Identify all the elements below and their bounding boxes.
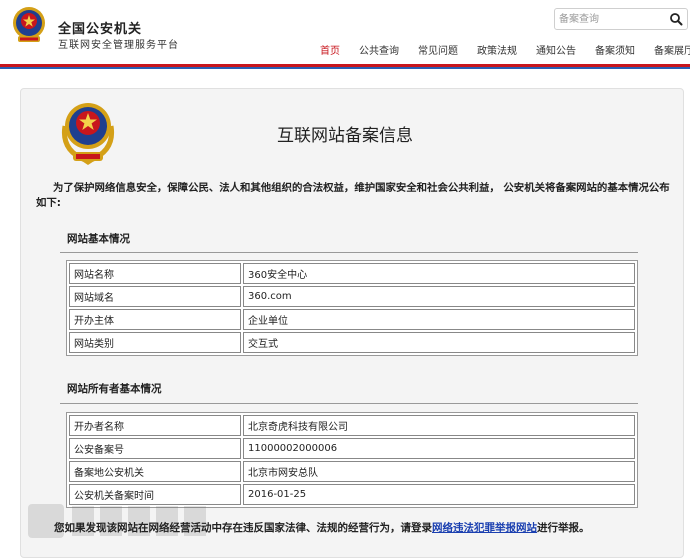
site-title: 全国公安机关 bbox=[58, 22, 143, 37]
nav-policy[interactable]: 政策法规 bbox=[477, 42, 517, 58]
field-value: 360.com bbox=[243, 286, 635, 307]
table-row: 开办主体 企业单位 bbox=[69, 309, 635, 330]
section-divider bbox=[60, 403, 638, 404]
nav-showcase[interactable]: 备案展厅 bbox=[654, 42, 690, 58]
site-header: 全国公安机关 互联网安全管理服务平台 首页 公共查询 常见问题 政策法规 通知公… bbox=[0, 0, 690, 69]
owner-info-table: 开办者名称 北京奇虎科技有限公司 公安备案号 11000002000006 备案… bbox=[66, 412, 638, 508]
table-row: 网站域名 360.com bbox=[69, 286, 635, 307]
section-divider bbox=[60, 252, 638, 253]
police-emblem-icon[interactable] bbox=[6, 2, 52, 48]
search-input[interactable] bbox=[559, 10, 659, 28]
field-label: 开办者名称 bbox=[69, 415, 241, 436]
report-link[interactable]: 网络违法犯罪举报网站 bbox=[432, 522, 537, 534]
report-note-suffix: 进行举报。 bbox=[537, 522, 590, 534]
field-label: 开办主体 bbox=[69, 309, 241, 330]
field-value: 企业单位 bbox=[243, 309, 635, 330]
field-label: 公安备案号 bbox=[69, 438, 241, 459]
search-icon[interactable] bbox=[669, 12, 683, 26]
nav-notices[interactable]: 通知公告 bbox=[536, 42, 576, 58]
field-value: 360安全中心 bbox=[243, 263, 635, 284]
table-row: 备案地公安机关 北京市网安总队 bbox=[69, 461, 635, 482]
nav-public-query[interactable]: 公共查询 bbox=[359, 42, 399, 58]
field-label: 网站名称 bbox=[69, 263, 241, 284]
page-title: 互联网站备案信息 bbox=[277, 126, 413, 146]
field-value: 北京市网安总队 bbox=[243, 461, 635, 482]
field-value: 11000002000006 bbox=[243, 438, 635, 459]
nav-filing-guide[interactable]: 备案须知 bbox=[595, 42, 635, 58]
table-row: 网站类别 交互式 bbox=[69, 332, 635, 353]
table-row: 开办者名称 北京奇虎科技有限公司 bbox=[69, 415, 635, 436]
field-label: 备案地公安机关 bbox=[69, 461, 241, 482]
field-value: 北京奇虎科技有限公司 bbox=[243, 415, 635, 436]
site-subtitle: 互联网安全管理服务平台 bbox=[58, 40, 179, 51]
intro-text: 为了保护网络信息安全，保障公民、法人和其他组织的合法权益，维护国家安全和社会公共… bbox=[36, 182, 670, 209]
site-info-table: 网站名称 360安全中心 网站域名 360.com 开办主体 企业单位 网站类别… bbox=[66, 260, 638, 356]
field-value: 2016-01-25 bbox=[243, 484, 635, 505]
header-blue-divider bbox=[0, 67, 690, 69]
field-label: 网站域名 bbox=[69, 286, 241, 307]
field-value: 交互式 bbox=[243, 332, 635, 353]
site-section-title: 网站基本情况 bbox=[67, 233, 130, 245]
owner-section-title: 网站所有者基本情况 bbox=[67, 383, 162, 395]
nav-faq[interactable]: 常见问题 bbox=[418, 42, 458, 58]
report-note-prefix: 您如果发现该网站在网络经营活动中存在违反国家法律、法规的经营行为，请登录 bbox=[54, 522, 432, 534]
table-row: 网站名称 360安全中心 bbox=[69, 263, 635, 284]
nav-home[interactable]: 首页 bbox=[320, 42, 340, 58]
field-label: 网站类别 bbox=[69, 332, 241, 353]
search-box bbox=[554, 8, 688, 30]
table-row: 公安备案号 11000002000006 bbox=[69, 438, 635, 459]
report-note: 您如果发现该网站在网络经营活动中存在违反国家法律、法规的经营行为，请登录网络违法… bbox=[54, 520, 590, 535]
main-nav: 首页 公共查询 常见问题 政策法规 通知公告 备案须知 备案展厅 bbox=[320, 42, 690, 58]
